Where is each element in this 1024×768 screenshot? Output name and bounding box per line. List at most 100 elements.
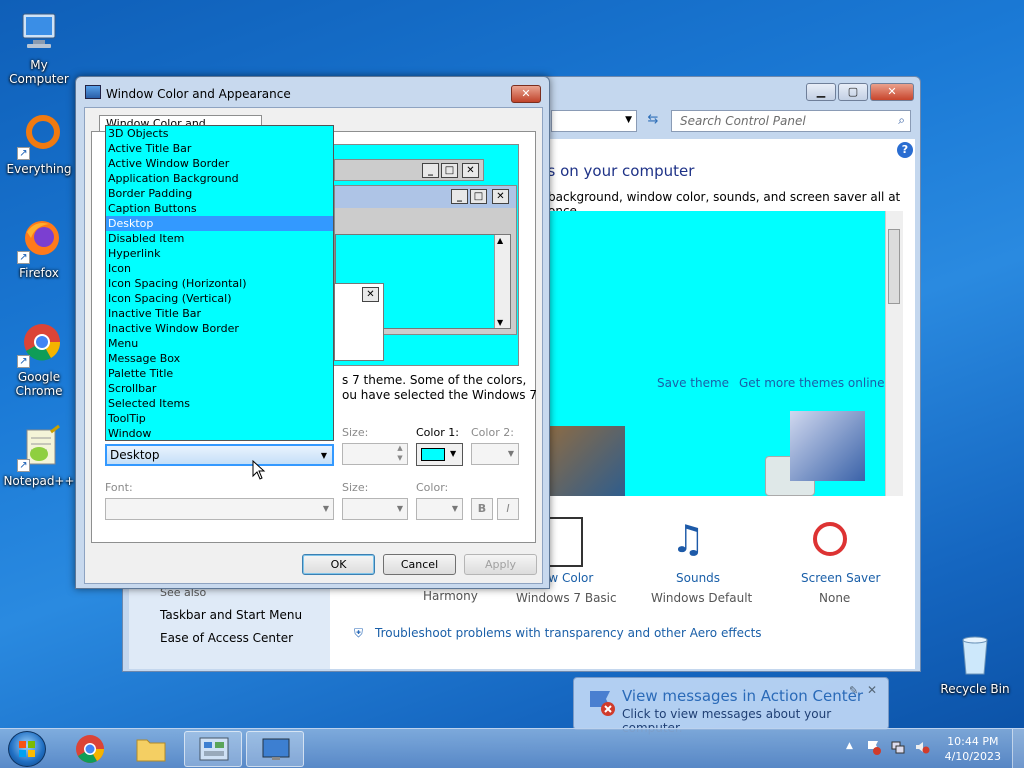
dropdown-option[interactable]: Icon Spacing (Vertical) <box>106 291 333 306</box>
pin-icon[interactable]: ✎ <box>849 684 858 697</box>
themes-scrollbar[interactable] <box>885 211 903 496</box>
dialog-title: Window Color and Appearance <box>106 87 291 101</box>
shortcut-arrow-icon: ↗ <box>17 459 30 472</box>
preview-message-box: ✕ <box>334 283 384 361</box>
mouse-cursor-icon <box>252 460 266 480</box>
dropdown-option[interactable]: Menu <box>106 336 333 351</box>
font-size-combo[interactable]: ▼ <box>342 498 408 520</box>
refresh-icon[interactable]: ⇆ <box>643 112 663 130</box>
notification-close-icon[interactable]: ✕ <box>867 683 877 697</box>
screen-saver-link[interactable]: Screen Saver <box>801 571 880 585</box>
theme-thumbnail[interactable] <box>550 426 625 496</box>
computer-icon <box>15 8 63 56</box>
apply-button[interactable]: Apply <box>464 554 537 575</box>
theme-thumbnail[interactable] <box>790 411 865 481</box>
dropdown-option[interactable]: Scrollbar <box>106 381 333 396</box>
dropdown-option[interactable]: Inactive Title Bar <box>106 306 333 321</box>
chrome-icon <box>76 735 104 763</box>
color1-picker[interactable]: ▼ <box>416 443 463 466</box>
color2-picker[interactable]: ▼ <box>471 443 519 465</box>
taskbar-control-panel[interactable] <box>184 731 242 767</box>
dropdown-option[interactable]: Selected Items <box>106 396 333 411</box>
dropdown-option-selected[interactable]: Desktop <box>106 216 333 231</box>
screen-saver-icon[interactable] <box>813 522 847 556</box>
minimize-button[interactable]: ▁ <box>806 83 836 101</box>
search-input[interactable]: Search Control Panel ⌕ <box>671 110 911 132</box>
italic-button[interactable]: I <box>497 498 519 520</box>
screen-saver-value: None <box>819 591 851 605</box>
address-bar[interactable]: ▼ <box>551 110 637 132</box>
ease-of-access-link[interactable]: Ease of Access Center <box>160 631 293 645</box>
desktop-icon-label: My Computer <box>9 58 69 86</box>
save-theme-link[interactable]: Save theme <box>657 376 729 390</box>
desktop-icon-recycle-bin[interactable]: Recycle Bin <box>937 632 1013 696</box>
tray-expand-icon[interactable]: ▲ <box>846 741 853 751</box>
show-desktop-button[interactable] <box>1012 729 1024 768</box>
system-clock[interactable]: 10:44 PM 4/10/2023 <box>945 734 1001 764</box>
help-icon[interactable]: ? <box>897 142 913 158</box>
start-button[interactable] <box>8 731 46 767</box>
notification-title: View messages in Action Center <box>622 687 864 705</box>
desktop-icon-chrome[interactable]: ↗ Google Chrome <box>1 320 77 398</box>
desktop-icon-notepadpp[interactable]: ↗ Notepad++ <box>1 424 77 488</box>
dropdown-option[interactable]: Icon <box>106 261 333 276</box>
dropdown-option[interactable]: Window <box>106 426 333 441</box>
close-icon: ✕ <box>492 189 509 204</box>
get-more-themes-link[interactable]: Get more themes online <box>739 376 885 390</box>
arrow-up-icon: ▲ <box>497 236 504 245</box>
taskbar-chrome[interactable] <box>60 731 118 767</box>
dropdown-option[interactable]: Palette Title <box>106 366 333 381</box>
desktop-icon-firefox[interactable]: ↗ Firefox <box>1 216 77 280</box>
cancel-button[interactable]: Cancel <box>383 554 456 575</box>
chevron-down-icon: ▼ <box>507 449 515 458</box>
taskbar-link[interactable]: Taskbar and Start Menu <box>160 608 302 622</box>
dropdown-option[interactable]: Inactive Window Border <box>106 321 333 336</box>
firefox-icon: ↗ <box>15 216 63 264</box>
dropdown-option[interactable]: 3D Objects <box>106 126 333 141</box>
recycle-bin-icon <box>951 632 999 680</box>
shortcut-arrow-icon: ↗ <box>17 251 30 264</box>
desktop-icon-everything[interactable]: ↗ Everything <box>1 112 77 176</box>
preview-inactive-window: _ □ ✕ <box>334 159 484 181</box>
dropdown-option[interactable]: ToolTip <box>106 411 333 426</box>
close-icon: ✕ <box>362 287 379 302</box>
taskbar-explorer[interactable] <box>122 731 180 767</box>
item-combo[interactable]: Desktop ▼ <box>105 444 334 466</box>
desktop-icon-my-computer[interactable]: My Computer <box>1 8 77 86</box>
theme-gallery[interactable]: Save theme Get more themes online <box>550 211 903 496</box>
font-color-picker[interactable]: ▼ <box>416 498 463 520</box>
sounds-icon[interactable]: ♫ <box>671 517 705 561</box>
action-center-notification[interactable]: View messages in Action Center Click to … <box>573 677 889 735</box>
close-button[interactable]: ✕ <box>870 83 914 101</box>
dropdown-option[interactable]: Disabled Item <box>106 231 333 246</box>
dropdown-option[interactable]: Icon Spacing (Horizontal) <box>106 276 333 291</box>
dropdown-option[interactable]: Border Padding <box>106 186 333 201</box>
sounds-link[interactable]: Sounds <box>676 571 720 585</box>
dropdown-option[interactable]: Hyperlink <box>106 246 333 261</box>
maximize-button[interactable]: ▢ <box>838 83 868 101</box>
dropdown-option[interactable]: Active Window Border <box>106 156 333 171</box>
dialog-close-button[interactable]: ✕ <box>511 85 541 103</box>
network-icon[interactable] <box>890 739 906 755</box>
monitor-icon <box>262 738 290 760</box>
taskbar-display-settings[interactable] <box>246 731 304 767</box>
action-center-flag-icon <box>586 687 616 717</box>
volume-muted-icon[interactable] <box>914 739 930 755</box>
scrollbar-thumb[interactable] <box>888 229 900 304</box>
troubleshoot-link[interactable]: Troubleshoot problems with transparency … <box>375 626 762 640</box>
dropdown-option[interactable]: Active Title Bar <box>106 141 333 156</box>
dropdown-option[interactable]: Application Background <box>106 171 333 186</box>
font-combo[interactable]: ▼ <box>105 498 334 520</box>
item-size-spinner[interactable]: ▲ ▼ <box>342 443 408 465</box>
action-center-tray-icon[interactable] <box>866 739 882 755</box>
bold-button[interactable]: B <box>471 498 493 520</box>
ok-button[interactable]: OK <box>302 554 375 575</box>
maximize-icon: □ <box>470 189 487 204</box>
dropdown-option[interactable]: Message Box <box>106 351 333 366</box>
clock-time: 10:44 PM <box>947 735 999 748</box>
preview-title-bar <box>335 186 516 208</box>
desktop-icon-label: Google Chrome <box>15 370 63 398</box>
font-size-label: Size: <box>342 481 369 494</box>
dropdown-option[interactable]: Caption Buttons <box>106 201 333 216</box>
item-dropdown-list[interactable]: 3D Objects Active Title Bar Active Windo… <box>105 125 334 441</box>
